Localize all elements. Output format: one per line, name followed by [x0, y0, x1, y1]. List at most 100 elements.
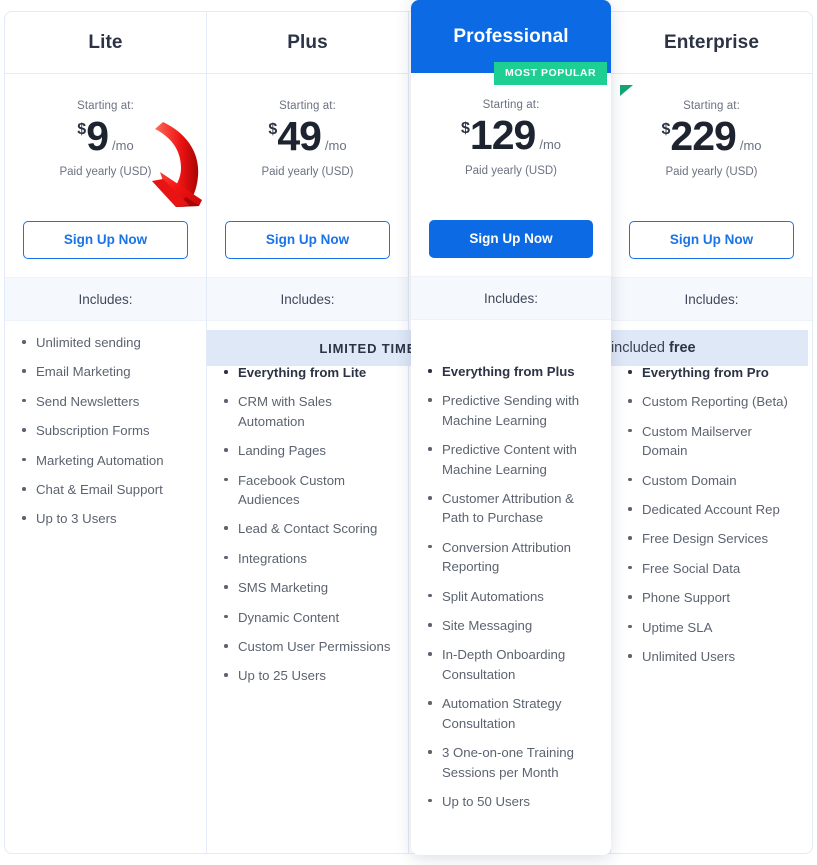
includes-band: Includes:	[207, 277, 408, 321]
plan-header: Lite	[5, 12, 206, 74]
feature-item: Up to 50 Users	[425, 792, 595, 811]
plan-name: Lite	[88, 31, 123, 53]
feature-item: Custom User Permissions	[221, 637, 392, 656]
includes-label: Includes:	[280, 291, 335, 307]
signup-button-enterprise[interactable]: Sign Up Now	[629, 221, 794, 259]
plan-header: Enterprise	[611, 12, 812, 74]
feature-item: Predictive Content with Machine Learning	[425, 440, 595, 479]
includes-label: Includes:	[483, 290, 539, 306]
price-period: /mo	[324, 138, 347, 153]
feature-item: Lead & Contact Scoring	[221, 519, 392, 538]
price-block: Starting at: $ 49 /mo Paid yearly (USD)	[207, 74, 408, 221]
feature-item: Landing Pages	[221, 441, 392, 460]
most-popular-badge-fold	[620, 85, 633, 96]
price-amount: 49	[277, 113, 322, 159]
price-amount: 129	[469, 112, 536, 158]
billing-note: Paid yearly (USD)	[464, 165, 558, 177]
includes-band: Includes:	[5, 277, 206, 321]
pricing-table-card: Lite Starting at: $ 9 /mo Paid yearly (U…	[4, 11, 813, 854]
feature-item: Unlimited Users	[625, 647, 796, 666]
cta-wrapper: Sign Up Now	[207, 221, 408, 277]
feature-item: Integrations	[221, 549, 392, 568]
starting-at-label: Starting at:	[482, 99, 540, 111]
plan-name: Plus	[287, 31, 328, 53]
billing-note: Paid yearly (USD)	[665, 166, 758, 178]
feature-item: Free Social Data	[625, 559, 796, 578]
price-amount: 9	[86, 113, 109, 159]
price-block: Starting at: $ 129 /mo Paid yearly (USD)	[411, 73, 611, 220]
feature-item: Custom Mailserver Domain	[625, 422, 796, 461]
includes-label: Includes:	[78, 291, 133, 307]
feature-item: Predictive Sending with Machine Learning	[425, 391, 595, 430]
price-line: $ 229 /mo	[611, 116, 812, 157]
currency-symbol: $	[661, 121, 671, 138]
currency-symbol: $	[461, 120, 470, 137]
feature-item: Free Design Services	[625, 529, 796, 548]
includes-band: Includes:	[611, 277, 812, 321]
feature-item: Facebook Custom Audiences	[221, 471, 392, 510]
signup-button-professional[interactable]: Sign Up Now	[429, 220, 593, 258]
limited-time-message-emphasis: free	[669, 340, 696, 356]
feature-item: Custom Domain	[625, 471, 796, 490]
feature-item: Marketing Automation	[19, 451, 190, 470]
most-popular-badge: MOST POPULAR	[494, 62, 608, 85]
price-line: $ 129 /mo	[411, 115, 611, 156]
feature-item: Phone Support	[625, 588, 796, 607]
signup-button-lite[interactable]: Sign Up Now	[23, 221, 188, 259]
starting-at-label: Starting at:	[77, 100, 134, 112]
feature-list-enterprise: Everything from Pro Custom Reporting (Bet…	[611, 321, 812, 694]
feature-item: Subscription Forms	[19, 421, 190, 440]
plan-name: Enterprise	[664, 31, 759, 53]
billing-note: Paid yearly (USD)	[59, 166, 152, 178]
feature-item: Split Automations	[425, 587, 595, 606]
feature-item: In-Depth Onboarding Consultation	[425, 645, 595, 684]
price-period: /mo	[739, 138, 762, 153]
feature-item: 3 One-on-one Training Sessions per Month	[425, 743, 595, 782]
signup-button-plus[interactable]: Sign Up Now	[225, 221, 390, 259]
cta-wrapper: Sign Up Now	[5, 221, 206, 277]
price-amount: 229	[670, 113, 736, 159]
feature-item: Up to 25 Users	[221, 666, 392, 685]
feature-list-professional: Everything from Plus Predictive Sending w…	[411, 320, 611, 839]
currency-symbol: $	[268, 121, 278, 138]
includes-band: Includes:	[411, 276, 611, 320]
feature-item: Customer Attribution & Path to Purchase	[425, 489, 595, 528]
price-block: Starting at: $ 9 /mo Paid yearly (USD)	[5, 74, 206, 221]
feature-item: Dedicated Account Rep	[625, 500, 796, 519]
pricing-columns: Lite Starting at: $ 9 /mo Paid yearly (U…	[5, 12, 812, 853]
pricing-column-lite: Lite Starting at: $ 9 /mo Paid yearly (U…	[5, 12, 207, 853]
feature-item: Email Marketing	[19, 362, 190, 381]
feature-item: Unlimited sending	[19, 333, 190, 352]
feature-item: Dynamic Content	[221, 608, 392, 627]
billing-note: Paid yearly (USD)	[261, 166, 354, 178]
pricing-table-screenshot: Lite Starting at: $ 9 /mo Paid yearly (U…	[0, 0, 817, 865]
professional-inner: Professional MOST POPULAR Starting at: $…	[411, 0, 633, 855]
feature-item: CRM with Sales Automation	[221, 392, 392, 431]
limited-time-eyebrow: LIMITED TIME	[319, 340, 417, 356]
price-line: $ 49 /mo	[207, 116, 408, 157]
starting-at-label: Starting at:	[683, 100, 740, 112]
price-block: Starting at: $ 229 /mo Paid yearly (USD)	[611, 74, 812, 221]
feature-item: SMS Marketing	[221, 578, 392, 597]
feature-item: Custom Reporting (Beta)	[625, 392, 796, 411]
price-line: $ 9 /mo	[5, 116, 206, 157]
feature-item: Everything from Plus	[425, 362, 595, 381]
currency-symbol: $	[77, 121, 87, 138]
starting-at-label: Starting at:	[279, 100, 336, 112]
feature-item: Conversion Attribution Reporting	[425, 538, 595, 577]
plan-header: Plus	[207, 12, 408, 74]
price-period: /mo	[112, 138, 134, 153]
plan-name: Professional	[453, 25, 569, 47]
pricing-column-enterprise: Enterprise Starting at: $ 229 /mo Paid y…	[611, 12, 812, 853]
feature-item: Uptime SLA	[625, 618, 796, 637]
feature-item: Automation Strategy Consultation	[425, 694, 595, 733]
cta-wrapper: Sign Up Now	[411, 220, 611, 276]
cta-wrapper: Sign Up Now	[611, 221, 812, 277]
feature-list-plus: Everything from Lite CRM with Sales Autom…	[207, 321, 408, 714]
pricing-column-professional: Professional MOST POPULAR Starting at: $…	[411, 0, 633, 855]
pricing-column-plus: Plus Starting at: $ 49 /mo Paid yearly (…	[207, 12, 409, 853]
feature-list-lite: Unlimited sending Email Marketing Send New…	[5, 321, 206, 557]
feature-item: Site Messaging	[425, 616, 595, 635]
feature-item: Send Newsletters	[19, 392, 190, 411]
feature-item: Up to 3 Users	[19, 509, 190, 528]
